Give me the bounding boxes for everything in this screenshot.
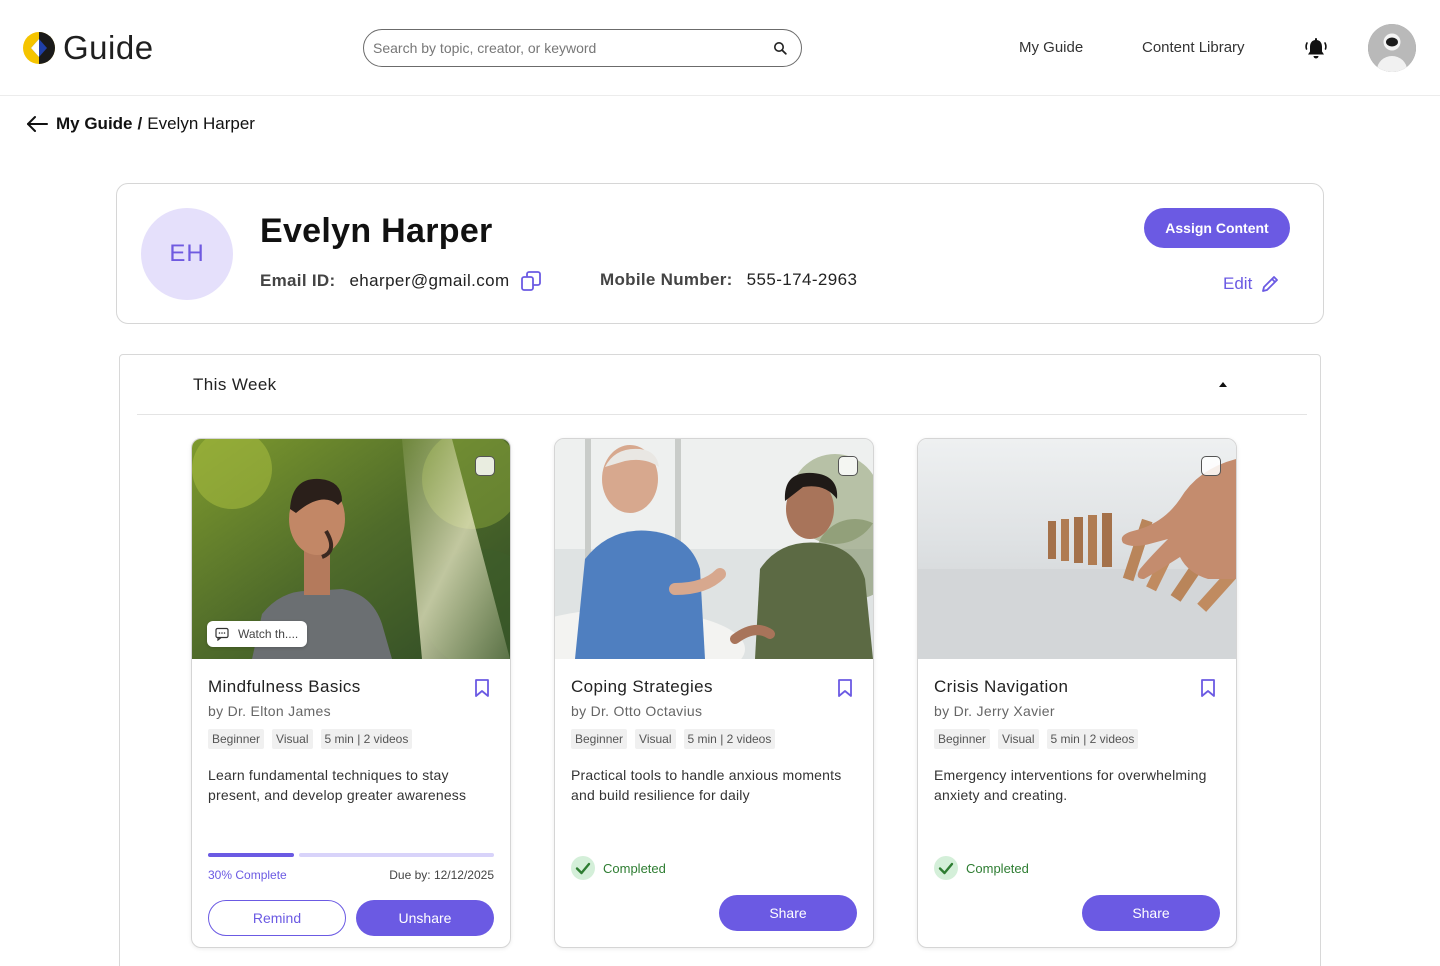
card-author: by Dr. Jerry Xavier (934, 703, 1055, 719)
tag-duration: 5 min | 2 videos (1046, 729, 1139, 749)
watch-chip[interactable]: Watch th.... (207, 621, 308, 647)
card-thumbnail[interactable] (555, 439, 873, 659)
card-description: Practical tools to handle anxious moment… (571, 767, 842, 803)
card-tags: Beginner Visual 5 min | 2 videos (571, 729, 783, 749)
bookmark-icon[interactable] (836, 678, 854, 698)
dominoes-image (918, 439, 1236, 659)
nav-my-guide[interactable]: My Guide (1019, 39, 1083, 56)
profile-name: Evelyn Harper (260, 212, 493, 250)
back-arrow-icon[interactable] (26, 114, 48, 134)
email-row: Email ID: eharper@gmail.com (260, 270, 542, 292)
completed-label: Completed (603, 860, 666, 876)
progress-bar (208, 853, 494, 857)
share-button[interactable]: Share (719, 895, 857, 931)
card-title: Mindfulness Basics (208, 677, 361, 696)
watch-chip-label: Watch th.... (238, 627, 299, 641)
completed-status: Completed (934, 856, 1029, 880)
mobile-row: Mobile Number: 555-174-2963 (600, 270, 857, 290)
app-name: Guide (63, 29, 154, 66)
search-icon[interactable] (773, 41, 787, 55)
tag-format: Visual (272, 729, 313, 749)
tag-format: Visual (998, 729, 1039, 749)
pencil-icon (1262, 276, 1279, 292)
card-author: by Dr. Elton James (208, 703, 331, 719)
profile-initials-avatar: EH (141, 208, 233, 300)
card-tags: Beginner Visual 5 min | 2 videos (934, 729, 1146, 749)
breadcrumb-my-guide[interactable]: My Guide (56, 114, 133, 134)
tag-level: Beginner (208, 729, 265, 749)
app-logo[interactable]: Guide (22, 29, 154, 66)
user-avatar[interactable] (1368, 24, 1416, 72)
progress-fill (208, 853, 294, 857)
notification-bell-icon[interactable] (1303, 36, 1329, 62)
select-checkbox[interactable] (838, 456, 858, 476)
section-header[interactable]: This Week (137, 355, 1307, 415)
therapy-session-image (555, 439, 873, 659)
search-bar[interactable] (363, 29, 802, 67)
share-button[interactable]: Share (1082, 895, 1220, 931)
section-title: This Week (193, 375, 277, 394)
bookmark-icon[interactable] (1199, 678, 1217, 698)
progress-label: 30% Complete (208, 868, 287, 882)
email-label: Email ID: (260, 271, 336, 290)
breadcrumb: My Guide / Evelyn Harper (26, 112, 255, 136)
card-title: Coping Strategies (571, 677, 713, 696)
card-title: Crisis Navigation (934, 677, 1069, 696)
collapse-caret-icon[interactable] (1217, 379, 1229, 391)
card-author: by Dr. Otto Octavius (571, 703, 703, 719)
breadcrumb-current: Evelyn Harper (147, 114, 255, 133)
top-header: Guide My Guide Content Library (0, 0, 1440, 96)
profile-card: EH Evelyn Harper Email ID: eharper@gmail… (116, 183, 1324, 324)
tag-duration: 5 min | 2 videos (683, 729, 776, 749)
due-date: Due by: 12/12/2025 (389, 868, 494, 882)
card-thumbnail[interactable] (918, 439, 1236, 659)
edit-label: Edit (1223, 274, 1253, 293)
email-value: eharper@gmail.com (349, 271, 510, 290)
copy-icon[interactable] (520, 270, 542, 292)
tag-level: Beginner (571, 729, 628, 749)
remind-button[interactable]: Remind (208, 900, 346, 936)
card-tags: Beginner Visual 5 min | 2 videos (208, 729, 420, 749)
progress-remaining (298, 853, 494, 857)
edit-profile-button[interactable]: Edit (1223, 274, 1280, 294)
tag-level: Beginner (934, 729, 991, 749)
avatar-image (1368, 24, 1416, 72)
tag-duration: 5 min | 2 videos (320, 729, 413, 749)
select-checkbox[interactable] (1201, 456, 1221, 476)
logo-icon (23, 32, 55, 64)
mobile-label: Mobile Number: (600, 270, 733, 289)
check-circle-icon (571, 856, 595, 880)
completed-label: Completed (966, 860, 1029, 876)
card-thumbnail[interactable]: Watch th.... (192, 439, 510, 659)
breadcrumb-separator: / (137, 114, 143, 133)
bookmark-icon[interactable] (473, 678, 491, 698)
content-card-crisis: Crisis Navigation by Dr. Jerry Xavier Be… (917, 438, 1237, 948)
nav-content-library[interactable]: Content Library (1142, 39, 1245, 56)
unshare-button[interactable]: Unshare (356, 900, 494, 936)
completed-status: Completed (571, 856, 666, 880)
mobile-value: 555-174-2963 (746, 270, 858, 289)
card-description: Learn fundamental techniques to stay pre… (208, 767, 467, 803)
tag-format: Visual (635, 729, 676, 749)
search-input[interactable] (373, 40, 773, 56)
content-card-coping: Coping Strategies by Dr. Otto Octavius B… (554, 438, 874, 948)
message-icon (215, 627, 229, 641)
card-description: Emergency interventions for overwhelming… (934, 767, 1207, 803)
select-checkbox[interactable] (475, 456, 495, 476)
content-card-mindfulness: Watch th.... Mindfulness Basics by Dr. E… (191, 438, 511, 948)
assign-content-button[interactable]: Assign Content (1144, 208, 1290, 248)
check-circle-icon (934, 856, 958, 880)
